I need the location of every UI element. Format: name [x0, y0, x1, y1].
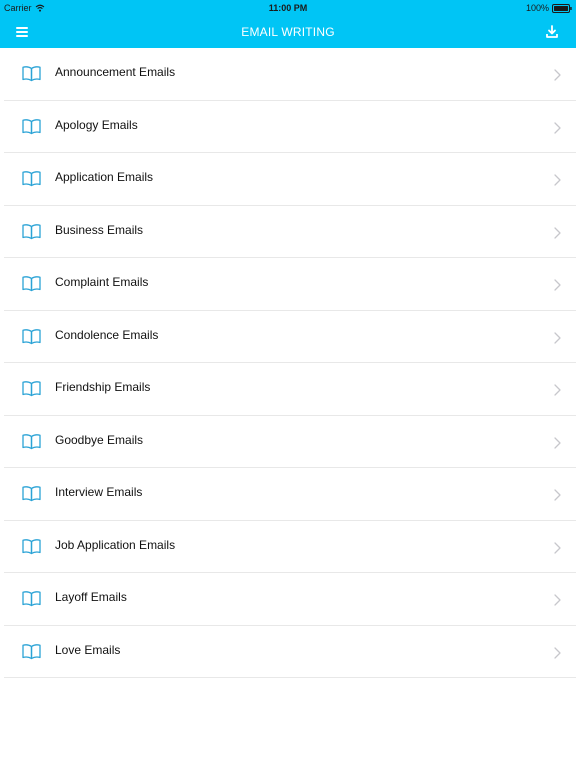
book-icon [21, 170, 42, 187]
book-icon [21, 590, 42, 607]
status-right: 100% [526, 3, 572, 13]
list-item-label: Application Emails [55, 170, 154, 184]
book-icon [21, 65, 42, 82]
book-icon [21, 433, 42, 450]
chevron-right-icon [554, 646, 561, 659]
chevron-right-icon [554, 121, 561, 134]
nav-bar: EMAIL WRITING [0, 16, 576, 48]
book-icon [21, 223, 42, 240]
category-list: Announcement Emails Apology Emails Appli… [0, 48, 576, 678]
book-icon [21, 538, 42, 555]
list-item-label: Interview Emails [55, 485, 143, 499]
chevron-right-icon [554, 383, 561, 396]
list-item[interactable]: Apology Emails [0, 101, 576, 154]
battery-percent: 100% [525, 3, 549, 13]
list-item-label: Condolence Emails [55, 327, 159, 342]
list-item-label: Layoff Emails [55, 590, 127, 604]
chevron-right-icon [554, 488, 561, 501]
battery-icon [552, 3, 572, 13]
list-item[interactable]: Interview Emails [0, 468, 576, 521]
list-item-label: Goodbye Emails [55, 432, 144, 447]
chevron-right-icon [554, 173, 561, 186]
list-item[interactable]: Business Emails [0, 206, 576, 259]
list-item[interactable]: Goodbye Emails [0, 416, 576, 469]
book-icon [21, 328, 42, 345]
page-title: EMAIL WRITING [241, 25, 335, 39]
download-button[interactable] [544, 24, 560, 40]
status-time: 11:00 PM [268, 3, 308, 13]
list-item-label: Apology Emails [55, 117, 138, 132]
app-window: Carrier 11:00 PM 100% EMAIL WRITING Anno… [0, 0, 576, 768]
top-bar: Carrier 11:00 PM 100% EMAIL WRITING [0, 0, 576, 48]
chevron-right-icon [554, 593, 561, 606]
list-item[interactable]: Friendship Emails [0, 363, 576, 416]
list-item-label: Job Application Emails [55, 537, 176, 552]
book-icon [21, 380, 42, 397]
book-icon [21, 275, 42, 292]
list-item-label: Announcement Emails [55, 65, 176, 79]
list-item-label: Love Emails [55, 642, 121, 657]
list-item-label: Complaint Emails [55, 275, 149, 289]
list-item-label: Friendship Emails [55, 380, 151, 394]
chevron-right-icon [554, 278, 561, 291]
book-icon [21, 485, 42, 502]
chevron-right-icon [554, 331, 561, 344]
chevron-right-icon [554, 68, 561, 81]
book-icon [21, 118, 42, 135]
list-item[interactable]: Condolence Emails [0, 311, 576, 364]
book-icon [21, 643, 42, 660]
list-item[interactable]: Application Emails [0, 153, 576, 206]
list-item[interactable]: Job Application Emails [0, 521, 576, 574]
chevron-right-icon [554, 226, 561, 239]
status-bar: Carrier 11:00 PM 100% [0, 0, 576, 16]
list-item[interactable]: Announcement Emails [0, 48, 576, 101]
list-item-label: Business Emails [55, 222, 144, 237]
list-item[interactable]: Love Emails [0, 626, 576, 679]
chevron-right-icon [554, 436, 561, 449]
chevron-right-icon [554, 541, 561, 554]
list-item[interactable]: Layoff Emails [0, 573, 576, 626]
list-item[interactable]: Complaint Emails [0, 258, 576, 311]
download-icon [546, 25, 558, 38]
